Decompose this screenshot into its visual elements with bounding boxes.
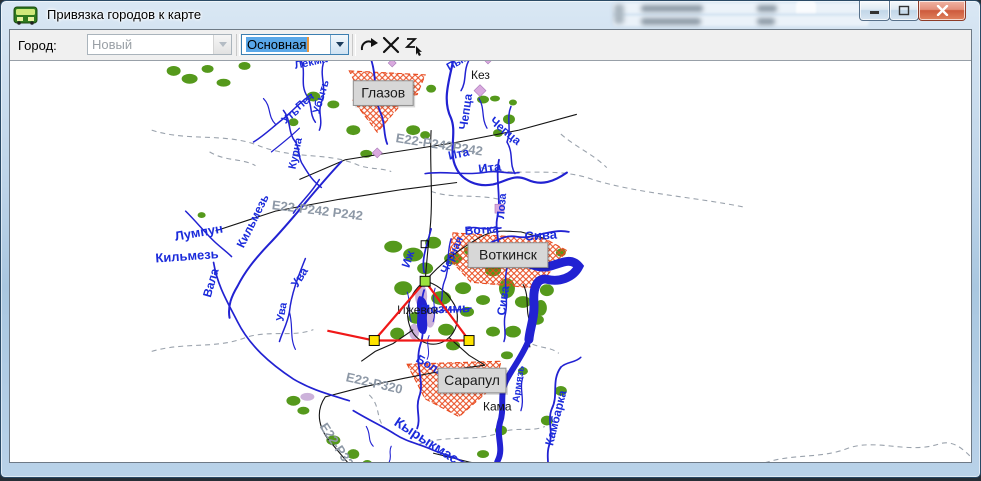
- redo-arrow-icon: [357, 34, 379, 56]
- client-area: Город: Новый Основная: [9, 29, 972, 463]
- city-label-sarapul[interactable]: Сарапул: [438, 368, 508, 395]
- city-label-glazov[interactable]: Глазов: [353, 81, 415, 108]
- river-label: Лумпун: [174, 221, 224, 244]
- binding-vertex-selected[interactable]: [420, 276, 430, 286]
- city-label: Город:: [18, 38, 57, 53]
- river-label: Ува: [288, 265, 311, 290]
- river-label: Кильмезь: [234, 192, 272, 250]
- toolbar-separator: [352, 34, 356, 56]
- river-label: Ита: [447, 145, 471, 163]
- river-label: Кильмезь: [155, 246, 219, 265]
- river-label: Чепца: [456, 93, 475, 131]
- river-label: Лекма: [294, 61, 330, 72]
- chevron-down-icon: [336, 42, 344, 47]
- minimize-button[interactable]: [859, 1, 890, 21]
- road-label: Е22-Р242 Р242: [271, 197, 364, 223]
- binding-vertex[interactable]: [369, 336, 379, 346]
- delete-x-icon: [380, 34, 402, 56]
- town-label: Кама: [483, 400, 512, 414]
- city-label-votkinsk[interactable]: Воткинск: [468, 243, 550, 270]
- svg-text:Сарапул: Сарапул: [444, 372, 500, 388]
- delete-button[interactable]: [380, 34, 402, 56]
- road-label: Е22-Р242Р242: [395, 130, 484, 158]
- map-canvas[interactable]: Е22-Р242Р242 Е22-Р242 Р242 Е22-Р320 Е22-…: [10, 60, 971, 462]
- river-label: Ита: [477, 159, 503, 177]
- road-label: Е22-Р320: [345, 369, 405, 396]
- select-route-icon: [403, 34, 425, 56]
- map-combobox-value: Основная: [246, 37, 309, 52]
- close-icon: [936, 5, 949, 16]
- window-controls: [860, 1, 966, 21]
- map-svg: Е22-Р242Р242 Е22-Р242 Р242 Е22-Р320 Е22-…: [10, 61, 971, 462]
- town-label: Кез: [471, 68, 490, 82]
- redo-button[interactable]: [357, 34, 379, 56]
- close-button[interactable]: [918, 1, 966, 21]
- river-label: Сива: [494, 285, 512, 317]
- svg-text:Глазов: Глазов: [361, 85, 405, 101]
- maximize-button[interactable]: [889, 1, 919, 21]
- maximize-icon: [898, 5, 910, 16]
- chevron-down-icon: [219, 42, 227, 47]
- title-bar[interactable]: Привязка городов к карте: [1, 1, 980, 29]
- river-label: Сива: [524, 227, 558, 244]
- city-combobox-value: Новый: [88, 35, 213, 54]
- map-combobox-dropdown-button[interactable]: [330, 35, 348, 54]
- city-combobox-dropdown-button[interactable]: [213, 35, 231, 54]
- bus-icon: [12, 5, 39, 25]
- toolbar-separator: [236, 34, 240, 56]
- binding-vertex[interactable]: [464, 336, 474, 346]
- city-combobox[interactable]: Новый: [87, 34, 232, 55]
- river-label: Вотка: [464, 222, 499, 238]
- svg-text:Воткинск: Воткинск: [479, 247, 538, 263]
- map-combobox[interactable]: Основная: [241, 34, 349, 55]
- toolbar: Город: Новый Основная: [10, 30, 971, 60]
- binding-line: [327, 331, 374, 341]
- window-frame: Привязка городов к карте Город: Новый: [0, 0, 981, 478]
- minimize-icon: [869, 6, 881, 15]
- select-button[interactable]: [403, 34, 425, 56]
- window-title: Привязка городов к карте: [47, 7, 201, 22]
- river-label: Лоза: [495, 192, 509, 219]
